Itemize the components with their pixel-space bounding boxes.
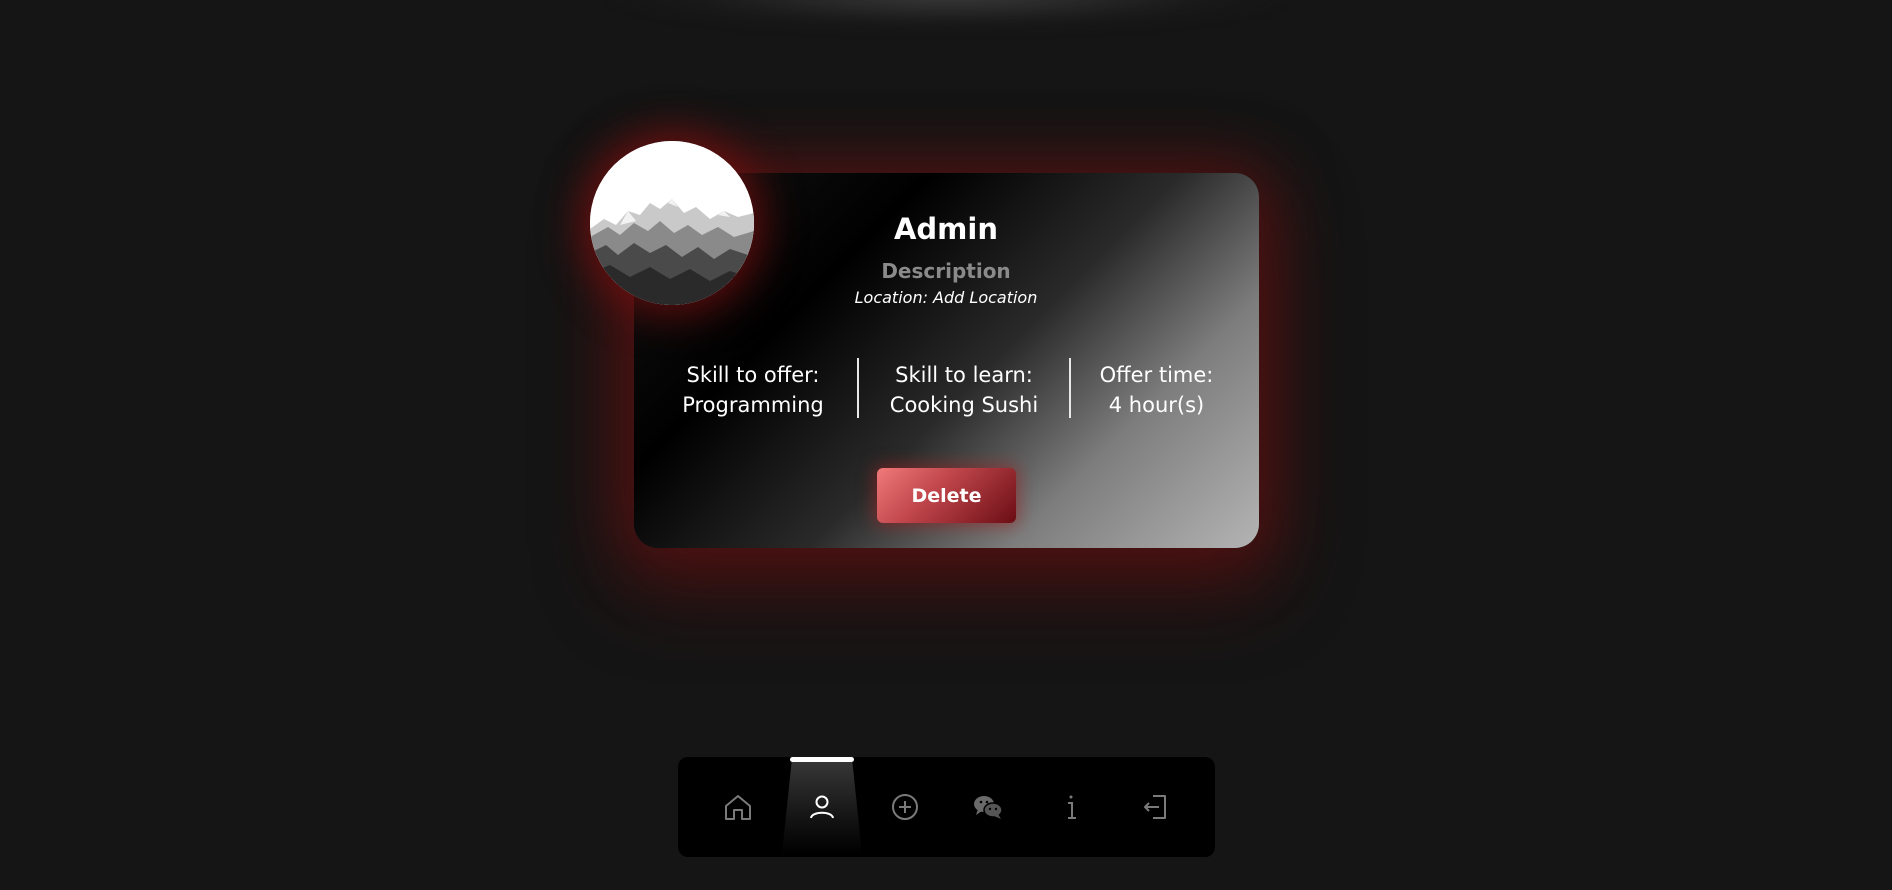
stat-divider bbox=[1069, 358, 1071, 418]
delete-button[interactable]: Delete bbox=[877, 468, 1016, 523]
chat-icon bbox=[974, 796, 1003, 819]
stat-divider bbox=[857, 358, 859, 418]
profile-name: Admin bbox=[893, 212, 998, 246]
nav-profile[interactable] bbox=[800, 785, 844, 829]
profile-location: Location: Add Location bbox=[854, 288, 1038, 307]
user-icon bbox=[810, 795, 834, 819]
stat-label: Skill to learn: bbox=[895, 363, 1033, 387]
stat-value: Programming bbox=[682, 393, 824, 417]
profile-description: Description bbox=[881, 259, 1011, 283]
nav-info[interactable] bbox=[1049, 785, 1093, 829]
stat-skill-to-offer: Skill to offer: Programming bbox=[660, 360, 846, 420]
active-tab-indicator bbox=[790, 757, 854, 762]
add-circle-icon bbox=[892, 794, 918, 820]
top-glow bbox=[610, 0, 1290, 30]
stat-offer-time: Offer time: 4 hour(s) bbox=[1080, 360, 1233, 420]
stat-value: 4 hour(s) bbox=[1108, 393, 1205, 417]
stat-label: Offer time: bbox=[1099, 363, 1214, 387]
nav-home[interactable] bbox=[716, 785, 760, 829]
nav-add[interactable] bbox=[883, 785, 927, 829]
nav-logout[interactable] bbox=[1133, 785, 1177, 829]
nav-chat[interactable] bbox=[966, 785, 1010, 829]
stat-value: Cooking Sushi bbox=[889, 393, 1039, 417]
stat-label: Skill to offer: bbox=[686, 363, 820, 387]
info-icon bbox=[1068, 795, 1076, 819]
logout-icon bbox=[1144, 795, 1166, 819]
home-icon bbox=[725, 795, 751, 820]
stat-skill-to-learn: Skill to learn: Cooking Sushi bbox=[866, 360, 1062, 420]
